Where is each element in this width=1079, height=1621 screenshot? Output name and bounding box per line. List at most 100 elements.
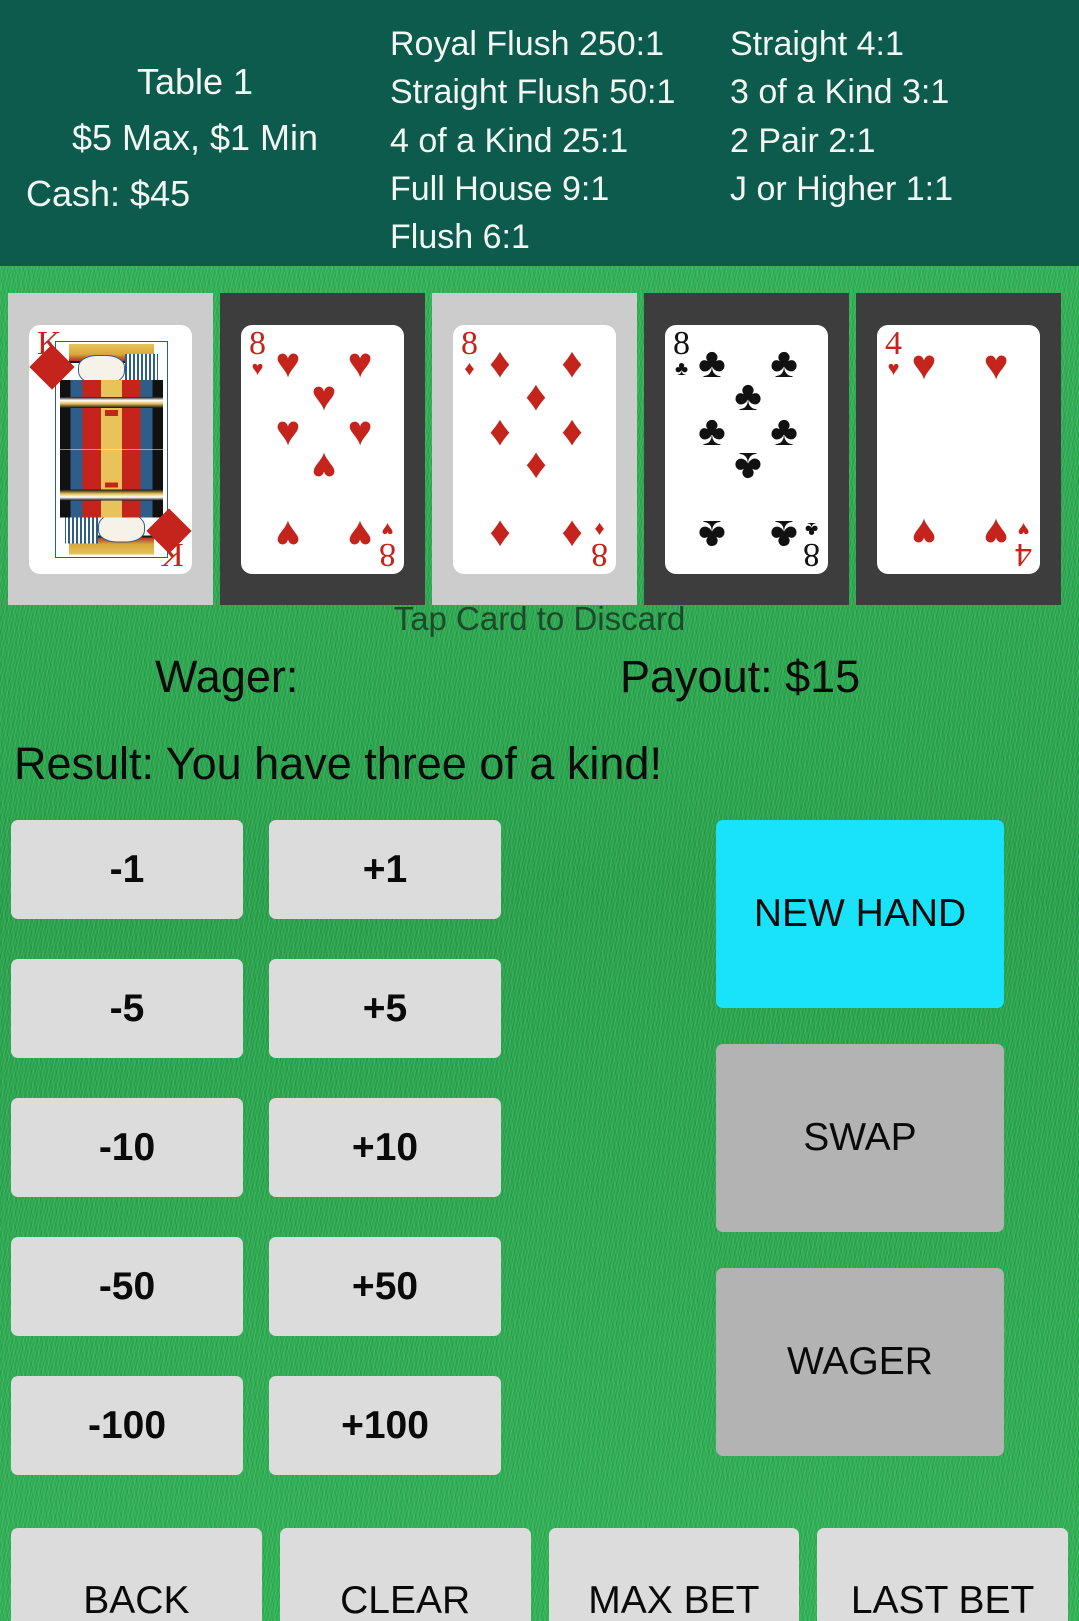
- card-corner-index-br: 8 ♦: [591, 518, 608, 574]
- card-corner-index-br: 8 ♥: [379, 518, 396, 574]
- card-corner-index-tl: 8 ♥: [249, 324, 266, 380]
- card-rank: 4: [885, 324, 902, 362]
- payout-row: Straight Flush 50:1: [390, 73, 676, 112]
- card-rank: 8: [249, 324, 266, 362]
- payout-table-column-2: Straight 4:1 3 of a Kind 3:1 2 Pair 2:1 …: [730, 0, 1079, 213]
- card-pip-layout: ♥ ♥ ♥ ♥: [907, 339, 1013, 560]
- result-message: Result: You have three of a kind!: [14, 738, 662, 789]
- playing-card-8-hearts[interactable]: 8 ♥ 8 ♥ ♥ ♥ ♥ ♥ ♥ ♥ ♥ ♥: [241, 324, 404, 574]
- table-name: Table 1: [136, 61, 254, 102]
- bet-adjust-grid: -1 +1 -5 +5 -10 +10 -50 +50 -100 +100: [11, 820, 501, 1475]
- payout-row: 3 of a Kind 3:1: [730, 73, 950, 112]
- playing-card-8-diamonds[interactable]: 8 ♦ 8 ♦ ♦ ♦ ♦ ♦ ♦ ♦ ♦ ♦: [453, 324, 616, 574]
- bet-button-minus100[interactable]: -100: [11, 1376, 243, 1475]
- clear-button[interactable]: CLEAR: [279, 1528, 531, 1621]
- card-corner-index-br: 4 ♥: [1015, 518, 1032, 573]
- bet-button-plus10[interactable]: +10: [269, 1098, 501, 1197]
- card-suit-clubs-icon: ♣: [674, 357, 689, 380]
- table-limits: $5 Max, $1 Min: [71, 116, 319, 158]
- card-rank: 8: [461, 324, 478, 362]
- payout-row: 4 of a Kind 25:1: [390, 121, 629, 160]
- payout-row: Full House 9:1: [390, 169, 610, 208]
- card-suit-clubs-icon: ♣: [698, 512, 726, 560]
- card-suit-hearts-icon: ♥: [275, 512, 301, 560]
- wager-payout-row: Wager: Payout: $15: [0, 651, 1079, 711]
- court-art-gem: [104, 410, 119, 416]
- card-suit-clubs-icon: ♣: [770, 407, 798, 455]
- discard-hint: Tap Card to Discard: [393, 600, 686, 637]
- payout-row: Flush 6:1: [390, 218, 530, 257]
- payout-row: J or Higher 1:1: [730, 169, 953, 208]
- card-slot-2[interactable]: 8 ♥ 8 ♥ ♥ ♥ ♥ ♥ ♥ ♥ ♥ ♥: [220, 293, 425, 605]
- card-rank: 8: [803, 536, 820, 574]
- card-suit-hearts-icon: ♥: [887, 357, 900, 380]
- payout-row: 2 Pair 2:1: [730, 121, 876, 160]
- card-suit-diamonds-icon: ♦: [464, 357, 475, 380]
- card-suit-diamonds-icon: ♦: [594, 518, 605, 541]
- card-corner-index-tl: 4 ♥: [885, 324, 902, 380]
- card-suit-diamonds-icon: ♦: [561, 407, 583, 455]
- back-button[interactable]: BACK: [11, 1528, 262, 1621]
- payout-row: Straight 4:1: [730, 25, 904, 63]
- card-suit-hearts-icon: ♥: [381, 518, 394, 541]
- court-art-half: [56, 342, 167, 450]
- bet-button-plus50[interactable]: +50: [269, 1237, 501, 1336]
- bet-button-minus1[interactable]: -1: [11, 820, 243, 919]
- card-slot-5[interactable]: 4 ♥ 4 ♥ ♥ ♥ ♥ ♥: [856, 293, 1061, 605]
- card-slot-4[interactable]: 8 ♣ 8 ♣ ♣ ♣ ♣ ♣ ♣ ♣ ♣ ♣: [644, 293, 849, 605]
- card-slot-3[interactable]: 8 ♦ 8 ♦ ♦ ♦ ♦ ♦ ♦ ♦ ♦ ♦: [432, 293, 637, 605]
- bet-button-minus50[interactable]: -50: [11, 1237, 243, 1336]
- court-art-sash: [60, 397, 163, 409]
- swap-button[interactable]: SWAP: [716, 1044, 1004, 1232]
- card-pip-layout: ♣ ♣ ♣ ♣ ♣ ♣ ♣ ♣: [695, 339, 801, 560]
- card-suit-diamonds-icon: ♦: [489, 512, 511, 560]
- new-hand-button[interactable]: NEW HAND: [716, 820, 1004, 1008]
- card-suit-hearts-icon: ♥: [1017, 518, 1030, 541]
- card-suit-hearts-icon: ♥: [983, 341, 1009, 389]
- action-button-column: NEW HAND SWAP WAGER: [716, 820, 1004, 1456]
- card-rank: 8: [673, 324, 690, 362]
- card-corner-index-tl: 8 ♣: [673, 324, 690, 380]
- card-suit-clubs-icon: ♣: [804, 518, 819, 541]
- card-rank: 8: [379, 536, 396, 574]
- card-slot-1[interactable]: K♦K♦: [8, 293, 213, 605]
- payout-row: Royal Flush 250:1: [390, 25, 665, 63]
- bet-button-minus5[interactable]: -5: [11, 959, 243, 1058]
- card-suit-hearts-icon: ♥: [251, 357, 264, 380]
- card-rank: 8: [591, 536, 608, 574]
- playing-card-K-diamonds[interactable]: K♦K♦: [29, 324, 192, 574]
- card-suit-hearts-icon: ♥: [347, 407, 373, 455]
- court-art-half: [56, 449, 167, 557]
- player-hand: K♦K♦8♥8♥♥♥♥♥♥♥♥♥8♦8♦♦♦♦♦♦♦♦♦8♣8♣♣♣♣♣♣♣♣♣…: [8, 293, 1071, 605]
- payout-amount: Payout: $15: [620, 651, 861, 702]
- court-art-sash: [60, 489, 163, 501]
- bottom-button-row: BACK CLEAR MAX BET LAST BET: [11, 1528, 1068, 1621]
- card-corner-index-tl: 8 ♦: [461, 324, 478, 380]
- card-suit-hearts-icon: ♥: [347, 512, 373, 560]
- last-bet-button[interactable]: LAST BET: [817, 1528, 1068, 1621]
- bet-button-plus100[interactable]: +100: [269, 1376, 501, 1475]
- card-suit-clubs-icon: ♣: [770, 338, 798, 386]
- table-info-panel: Table 1 $5 Max, $1 Min Cash: $45: [0, 0, 390, 221]
- cash-balance: Cash: $45: [26, 172, 191, 214]
- card-suit-diamonds-icon: ♦: [525, 443, 547, 491]
- card-suit-hearts-icon: ♥: [983, 509, 1009, 557]
- max-bet-button[interactable]: MAX BET: [548, 1528, 800, 1621]
- card-suit-hearts-icon: ♥: [311, 443, 337, 491]
- card-suit-diamonds-icon: ♦: [561, 512, 583, 560]
- wager-button[interactable]: WAGER: [716, 1268, 1004, 1456]
- wager-label: Wager:: [155, 651, 299, 702]
- card-suit-clubs-icon: ♣: [734, 443, 762, 491]
- playing-card-4-hearts[interactable]: 4 ♥ 4 ♥ ♥ ♥ ♥ ♥: [877, 324, 1040, 574]
- bet-button-minus10[interactable]: -10: [11, 1098, 243, 1197]
- card-suit-hearts-icon: ♥: [911, 509, 937, 557]
- bet-button-plus5[interactable]: +5: [269, 959, 501, 1058]
- playing-card-8-clubs[interactable]: 8 ♣ 8 ♣ ♣ ♣ ♣ ♣ ♣ ♣ ♣ ♣: [665, 324, 828, 574]
- card-corner-index-br: 8 ♣: [803, 518, 820, 574]
- card-suit-hearts-icon: ♥: [911, 341, 937, 389]
- bet-button-plus1[interactable]: +1: [269, 820, 501, 919]
- header-bar: Table 1 $5 Max, $1 Min Cash: $45 Royal F…: [0, 0, 1079, 266]
- card-suit-hearts-icon: ♥: [347, 338, 373, 386]
- court-art-gem: [104, 482, 119, 488]
- card-suit-diamonds-icon: ♦: [561, 338, 583, 386]
